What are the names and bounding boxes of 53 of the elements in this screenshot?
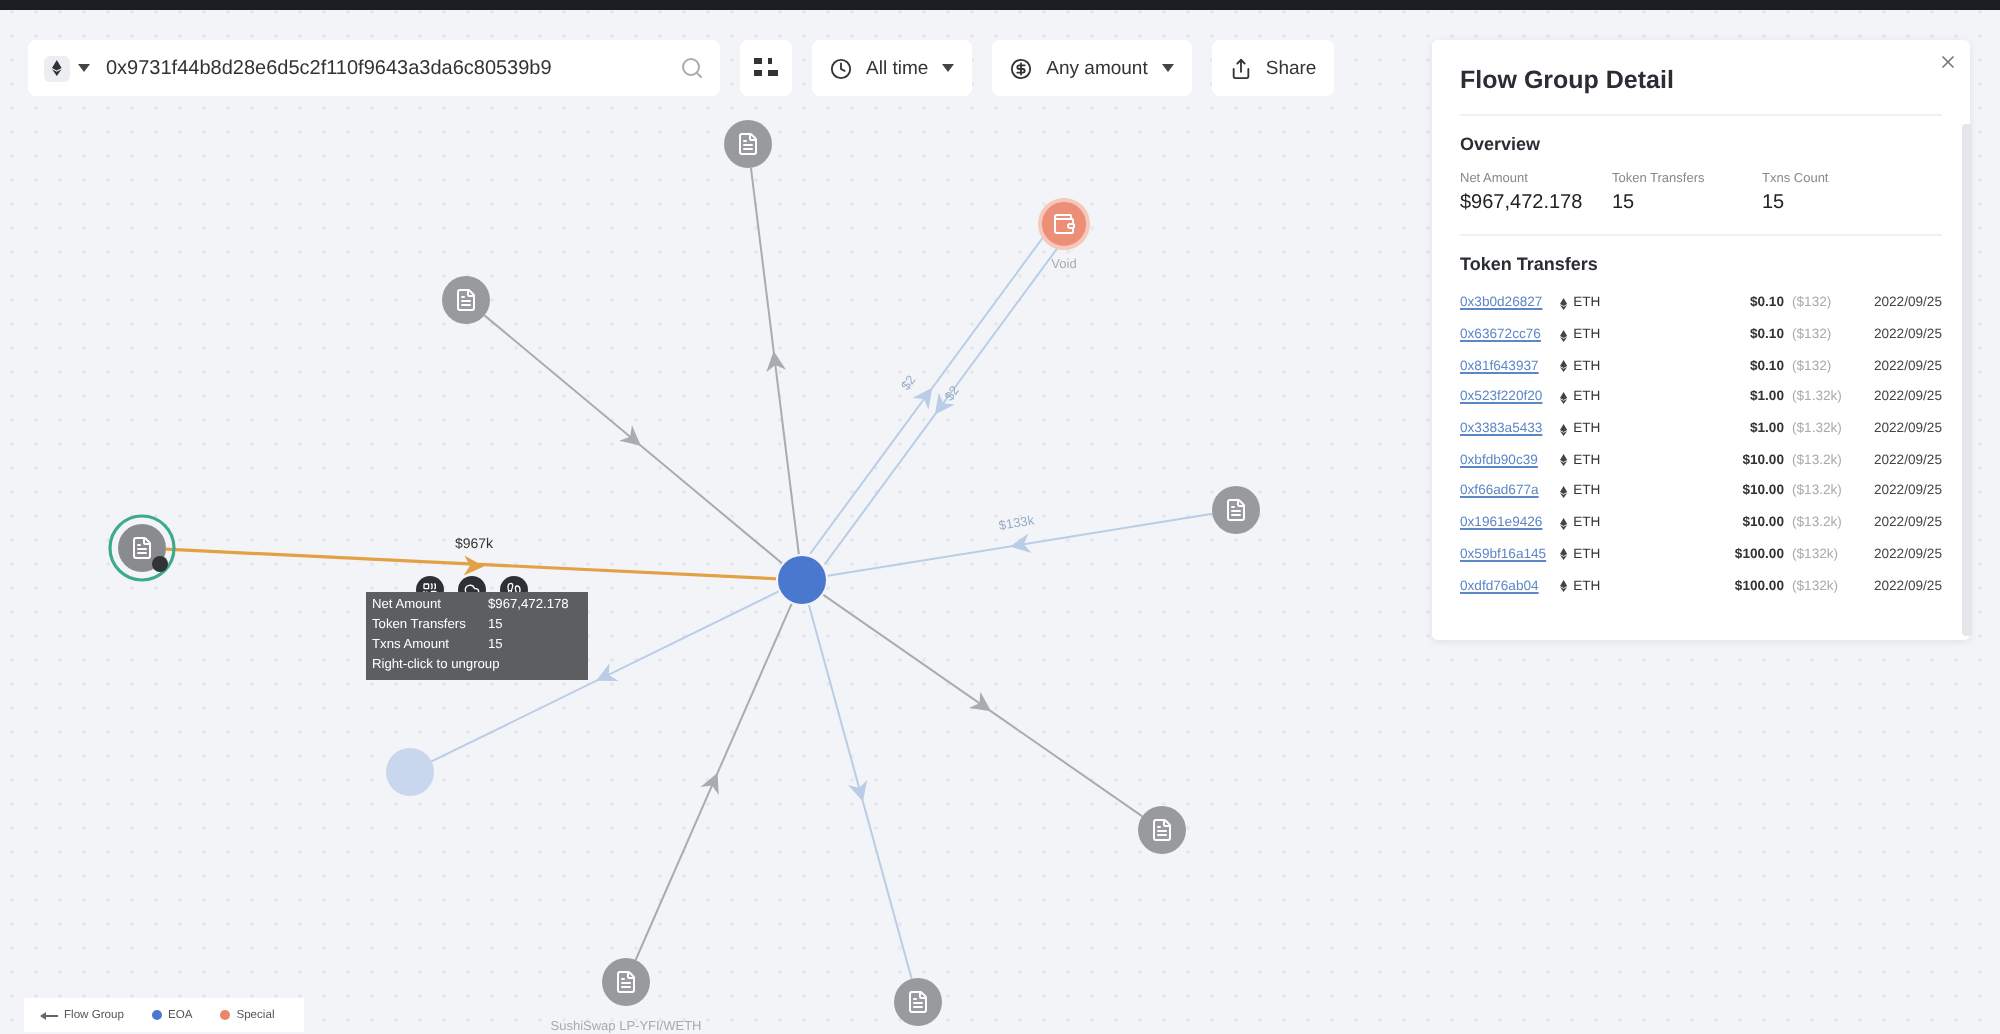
- flow-arrow-icon: [40, 1011, 58, 1019]
- ethereum-icon: [1560, 517, 1568, 530]
- ethereum-icon: [1560, 580, 1568, 593]
- contract-node[interactable]: [894, 978, 942, 1026]
- caret-icon: [942, 64, 955, 72]
- search-icon: [680, 56, 704, 80]
- document-icon: [134, 538, 150, 558]
- ethereum-icon: [1560, 423, 1568, 436]
- document-icon: [740, 134, 756, 154]
- ethereum-icon: [1560, 297, 1568, 310]
- stat-value: 15: [1612, 192, 1637, 214]
- share-button[interactable]: Share: [1211, 40, 1335, 96]
- document-icon: [618, 972, 634, 992]
- ethereum-icon: [1560, 454, 1568, 467]
- ethereum-icon: [1560, 485, 1568, 498]
- scrollbar[interactable]: [1962, 124, 1972, 636]
- section-title: Token Transfers: [1460, 254, 1600, 274]
- caret-icon: [78, 64, 90, 72]
- clock-icon: [830, 57, 852, 79]
- flow-group-node[interactable]: [108, 514, 176, 582]
- share-icon: [1229, 57, 1252, 79]
- document-icon: [1228, 500, 1244, 520]
- panel-title: Flow Group Detail: [1460, 66, 1676, 94]
- section-title: Overview: [1460, 134, 1543, 154]
- wallet-icon: [1055, 215, 1074, 233]
- layout-icon: [754, 58, 778, 78]
- dollar-icon: [1010, 57, 1033, 79]
- address-input[interactable]: 0x9731f44b8d28e6d5c2f110f9643a3da6c80539b9: [102, 55, 668, 81]
- contract-node[interactable]: [442, 276, 490, 324]
- stat-value: $967,472.178: [1460, 192, 1585, 214]
- ethereum-icon: [1560, 360, 1568, 373]
- contract-node[interactable]: [602, 958, 650, 1006]
- address-search-field[interactable]: 0x9731f44b8d28e6d5c2f110f9643a3da6c80539b9: [28, 40, 720, 96]
- chain-selector[interactable]: [44, 55, 90, 81]
- caret-icon: [1161, 64, 1174, 72]
- ethereum-icon: [1560, 548, 1568, 561]
- time-filter[interactable]: All time: [812, 40, 973, 96]
- eoa-node[interactable]: [778, 556, 826, 604]
- contract-node[interactable]: [1138, 806, 1186, 854]
- contract-node[interactable]: [724, 120, 772, 168]
- contract-node[interactable]: [1212, 486, 1260, 534]
- ethereum-icon: [1560, 329, 1568, 342]
- eoa-node[interactable]: [386, 748, 434, 796]
- layout-button[interactable]: [740, 40, 792, 96]
- document-icon: [1154, 820, 1170, 840]
- special-node[interactable]: [1038, 198, 1090, 250]
- ethereum-icon: [1560, 391, 1568, 404]
- ethereum-icon: [52, 60, 62, 76]
- document-icon: [910, 992, 926, 1012]
- amount-filter[interactable]: Any amount: [992, 40, 1192, 96]
- document-icon: [458, 290, 474, 310]
- close-button[interactable]: [1938, 52, 1958, 72]
- stat-value: 15: [1762, 192, 1787, 214]
